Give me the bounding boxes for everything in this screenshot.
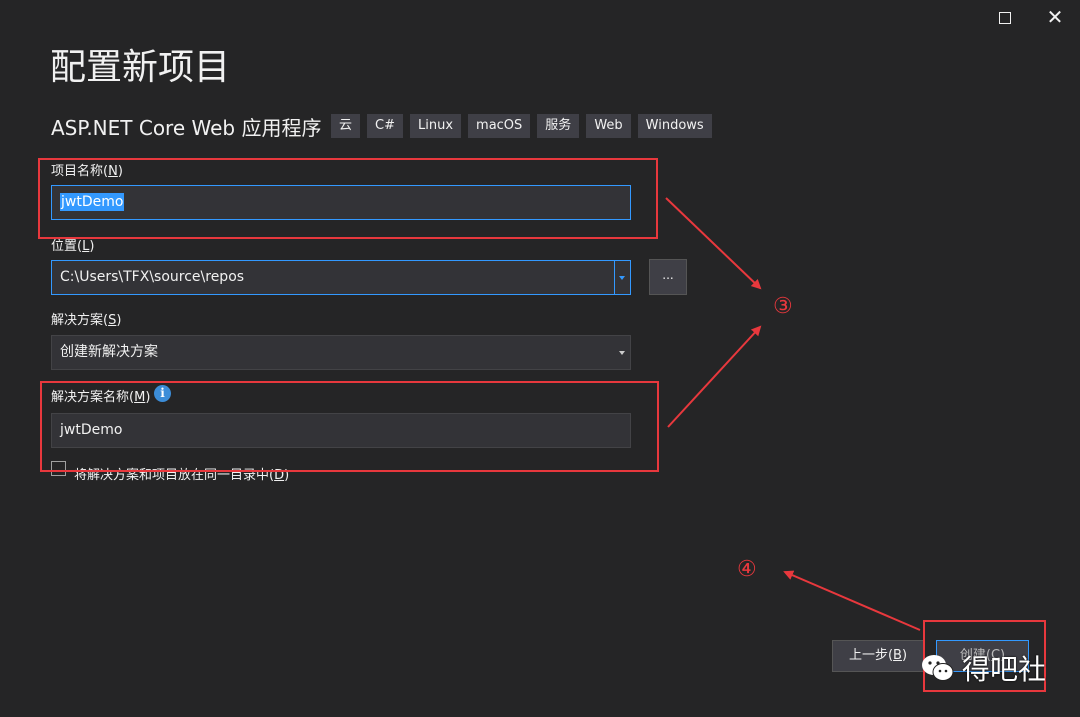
arrow-to-marker3-upper xyxy=(665,197,762,290)
watermark-text: 得吧社 xyxy=(962,653,1047,686)
arrow-to-marker4 xyxy=(783,570,921,631)
annotation-marker-4: ④ xyxy=(737,557,757,582)
wechat-icon xyxy=(922,655,954,681)
annotation-marker-3: ③ xyxy=(773,294,793,319)
watermark: 得吧社 xyxy=(920,648,1046,688)
annotation-arrows xyxy=(665,197,921,631)
arrow-to-marker3-lower xyxy=(667,325,762,428)
